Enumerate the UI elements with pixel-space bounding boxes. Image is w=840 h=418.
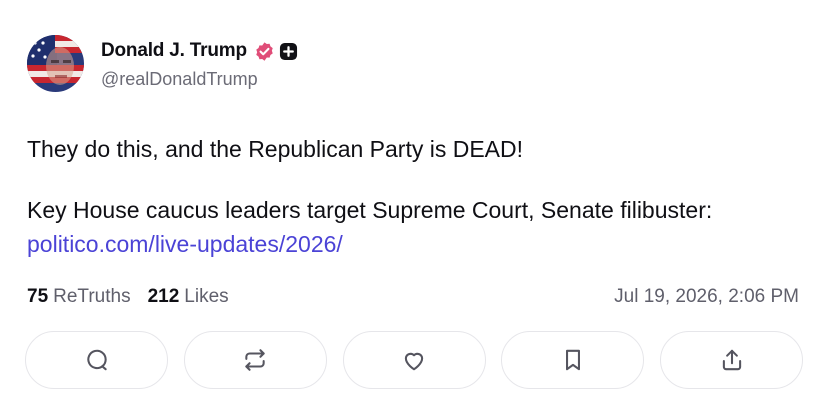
reply-icon [84, 347, 110, 373]
likes-stat[interactable]: 212 Likes [148, 286, 229, 308]
retruths-count: 75 [27, 286, 49, 307]
bookmark-icon [560, 347, 586, 373]
like-heart-icon [401, 347, 427, 373]
verified-badge-icon [254, 41, 275, 62]
bookmark-button[interactable] [501, 331, 645, 389]
post-link[interactable]: politico.com/live-updates/2026/ [27, 231, 343, 257]
name-row: Donald J. Trump [101, 39, 298, 63]
post-stats: 75 ReTruths 212 Likes Jul 19, 2026, 2:06… [27, 283, 799, 311]
plus-badge-icon [279, 42, 298, 61]
retruth-button[interactable] [183, 331, 327, 389]
share-upload-icon [719, 347, 745, 373]
share-button[interactable] [660, 331, 803, 389]
post-timestamp[interactable]: Jul 19, 2026, 2:06 PM [614, 286, 799, 308]
avatar[interactable] [27, 35, 84, 92]
author-handle[interactable]: @realDonaldTrump [101, 69, 298, 90]
display-name[interactable]: Donald J. Trump [101, 40, 247, 62]
post-text-headline: Key House caucus leaders target Supreme … [27, 197, 713, 223]
likes-count: 212 [147, 286, 180, 307]
retruths-label: ReTruths [53, 286, 131, 307]
truth-post: Donald J. Trump @realDonaldTrump They do… [0, 0, 840, 418]
post-text-paragraph-2: Key House caucus leaders target Supreme … [27, 193, 807, 261]
retruths-stat[interactable]: 75 ReTruths [27, 286, 131, 308]
reply-button[interactable] [25, 331, 168, 389]
author-names: Donald J. Trump @realDonaldTrump [101, 35, 298, 90]
likes-label: Likes [184, 286, 229, 307]
like-button[interactable] [342, 331, 486, 389]
action-bar [25, 331, 803, 393]
retruth-icon [242, 347, 268, 373]
post-header: Donald J. Trump @realDonaldTrump [27, 35, 298, 95]
post-text-line-1: They do this, and the Republican Party i… [27, 136, 524, 162]
